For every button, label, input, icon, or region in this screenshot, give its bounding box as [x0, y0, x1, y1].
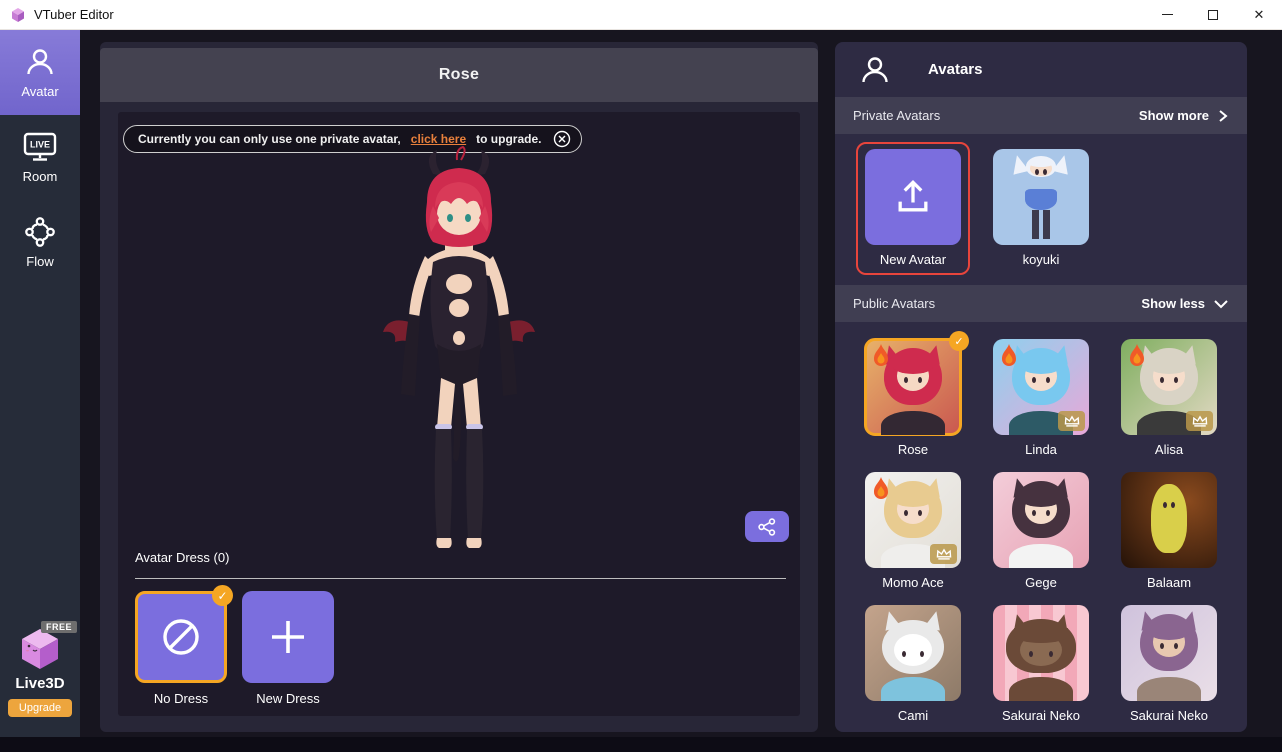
upgrade-button[interactable]: Upgrade — [7, 699, 73, 717]
dress-options-row: ✓ No Dress New Dress — [135, 585, 334, 706]
avatars-panel-title: Avatars — [928, 61, 983, 78]
close-button[interactable]: ✕ — [1236, 0, 1282, 29]
no-dress-icon — [159, 615, 203, 659]
plus-icon — [266, 615, 310, 659]
hot-flame-icon — [870, 476, 892, 502]
avatar-thumbnail — [1121, 605, 1217, 701]
avatar-thumbnail — [865, 605, 961, 701]
public-avatars-grid: ✓ Rose Linda Alisa Momo Ace Gege Balaam … — [835, 322, 1247, 732]
avatar-name-label: koyuki — [1022, 252, 1060, 267]
free-badge: FREE — [40, 621, 77, 633]
maximize-button[interactable] — [1190, 0, 1236, 29]
dress-option-new-dress[interactable]: New Dress — [242, 591, 334, 706]
avatar-card[interactable]: ✓ koyuki — [984, 142, 1098, 275]
avatar-name-label: Cami — [897, 708, 929, 723]
avatar-name-label: Momo Ace — [882, 575, 944, 590]
flow-icon — [25, 216, 55, 247]
sidebar-item-room[interactable]: LIVE Room — [0, 115, 80, 200]
bottom-edge-strip — [0, 737, 1282, 752]
show-more-button[interactable]: Show more — [1139, 108, 1229, 123]
person-icon — [860, 55, 890, 85]
avatar-thumbnail — [993, 149, 1089, 245]
person-icon — [25, 47, 55, 77]
dress-option-no-dress[interactable]: ✓ No Dress — [135, 585, 233, 706]
dress-option-label: New Dress — [256, 691, 320, 706]
window-title: VTuber Editor — [34, 7, 114, 22]
sidebar-item-label: Avatar — [21, 83, 59, 99]
hot-flame-icon — [1126, 343, 1148, 369]
avatar-name-label: Alisa — [1154, 442, 1184, 457]
avatar-card[interactable]: ✓ Sakurai Neko — [1112, 598, 1226, 731]
sidebar-item-avatar[interactable]: Avatar — [0, 30, 80, 115]
avatars-panel-header: Avatars — [835, 42, 1247, 97]
vip-crown-icon — [1058, 411, 1085, 431]
hot-flame-icon — [870, 343, 892, 369]
avatar-3d-model[interactable] — [349, 146, 569, 566]
avatar-name-label: Sakurai Neko — [1001, 708, 1081, 723]
vip-crown-icon — [1186, 411, 1213, 431]
banner-text-after: to upgrade. — [476, 132, 542, 146]
public-avatars-label: Public Avatars — [853, 296, 936, 311]
live-room-icon: LIVE — [23, 132, 57, 162]
private-avatars-label: Private Avatars — [853, 108, 941, 123]
avatar-name-title: Rose — [438, 66, 480, 83]
click-here-link[interactable]: click here — [411, 132, 466, 146]
avatar-preview-area[interactable]: Currently you can only use one private a… — [118, 112, 800, 716]
avatar-card[interactable]: ✓ Cami — [856, 598, 970, 731]
title-bar: VTuber Editor ✕ — [0, 0, 1282, 30]
avatar-name-label: Sakurai Neko — [1129, 708, 1209, 723]
avatar-thumbnail — [993, 605, 1089, 701]
avatar-card[interactable]: ✓ Rose — [856, 331, 970, 465]
dress-divider — [135, 578, 786, 579]
avatar-thumbnail — [1121, 472, 1217, 568]
banner-text: Currently you can only use one private a… — [138, 132, 401, 146]
avatar-name-label: New Avatar — [879, 252, 947, 267]
avatar-name-label: Balaam — [1146, 575, 1192, 590]
avatar-card[interactable]: ✓ Sakurai Neko — [984, 598, 1098, 731]
avatar-name-label: Gege — [1025, 575, 1057, 590]
avatar-card[interactable]: ✓ Momo Ace — [856, 465, 970, 598]
chevron-right-icon — [1219, 109, 1228, 122]
svg-text:LIVE: LIVE — [30, 139, 50, 149]
sidebar-item-label: Flow — [26, 253, 54, 269]
avatar-name-header: Rose — [100, 48, 818, 102]
avatar-name-label: Rose — [897, 442, 929, 457]
hot-flame-icon — [998, 343, 1020, 369]
private-avatars-section-header: Private Avatars Show more — [835, 97, 1247, 134]
selected-check-icon: ✓ — [212, 585, 233, 606]
avatars-panel: Avatars Private Avatars Show more New Av… — [835, 42, 1247, 732]
avatar-card[interactable]: ✓ New Avatar — [856, 142, 970, 275]
sidebar-item-label: Room — [22, 168, 58, 184]
sidebar: Avatar LIVE Room Flow FREE Live3D Upgrad… — [0, 30, 80, 737]
share-button[interactable] — [745, 511, 789, 542]
avatar-card[interactable]: ✓ Gege — [984, 465, 1098, 598]
live3d-promo: FREE Live3D Upgrade — [0, 621, 80, 717]
avatar-card[interactable]: ✓ Alisa — [1112, 332, 1226, 465]
selected-check-icon: ✓ — [949, 331, 969, 351]
sidebar-item-flow[interactable]: Flow — [0, 200, 80, 285]
avatar-card[interactable]: ✓ Linda — [984, 332, 1098, 465]
live3d-label: Live3D — [15, 675, 65, 692]
private-avatars-grid: ✓ New Avatar — [835, 134, 1247, 285]
upload-icon — [898, 179, 928, 212]
app-cube-icon — [10, 7, 26, 23]
avatar-card[interactable]: ✓ Balaam — [1112, 465, 1226, 598]
avatar-editor-panel: Rose Currently you can only use one priv… — [100, 42, 818, 732]
dress-option-label: No Dress — [153, 691, 209, 706]
show-less-button[interactable]: Show less — [1141, 296, 1229, 311]
minimize-button[interactable] — [1144, 0, 1190, 29]
avatar-thumbnail — [993, 472, 1089, 568]
avatar-name-label: Linda — [1025, 442, 1057, 457]
chevron-down-icon — [1214, 299, 1228, 308]
public-avatars-section-header: Public Avatars Show less — [835, 285, 1247, 322]
avatar-thumbnail — [865, 149, 961, 245]
vip-crown-icon — [930, 544, 957, 564]
avatar-dress-title: Avatar Dress (0) — [135, 550, 230, 565]
